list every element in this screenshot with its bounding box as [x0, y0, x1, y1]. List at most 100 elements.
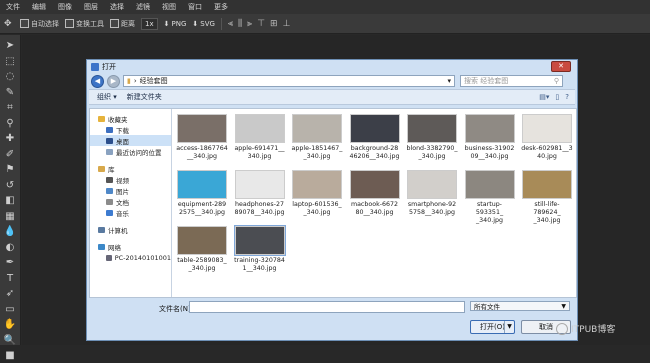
nav-item[interactable]: PC-20140101001: [90, 252, 171, 263]
nav-item[interactable]: 下载: [90, 124, 171, 135]
file-name-line: access-1867764: [176, 145, 228, 152]
move-icon[interactable]: ➤: [3, 39, 17, 53]
nav-item[interactable]: 收藏夹: [90, 113, 171, 124]
nav-item[interactable]: 音乐: [90, 207, 171, 218]
align-center-icon[interactable]: ⫼: [238, 19, 242, 29]
nav-item-icon: [98, 115, 105, 122]
align-middle-icon[interactable]: ⊞: [270, 19, 278, 29]
view-options-icon[interactable]: ▤▾: [539, 93, 549, 101]
back-button[interactable]: ◀: [91, 74, 104, 88]
address-dropdown-icon[interactable]: ▾: [447, 77, 451, 85]
dodge-icon[interactable]: ◐: [3, 241, 17, 255]
close-button[interactable]: ✕: [551, 61, 571, 72]
menu-file[interactable]: 文件: [0, 2, 26, 12]
nav-item[interactable]: 桌面: [90, 135, 171, 146]
forward-button[interactable]: ▶: [107, 74, 120, 88]
options-bar: ✥ 自动选择 变换工具 距离 1x ⬇ PNG ⬇ SVG ⫷ ⫼ ⫸ ⊤ ⊞ ⊥: [0, 14, 650, 34]
healing-icon[interactable]: ✚: [3, 132, 17, 146]
nav-item[interactable]: 库: [90, 163, 171, 174]
nav-item[interactable]: 最近访问的位置: [90, 146, 171, 157]
preview-pane-icon[interactable]: ▯: [555, 93, 559, 101]
file-item[interactable]: apple-691471__ 340.jpg: [234, 114, 286, 161]
help-icon[interactable]: ?: [565, 93, 569, 101]
nav-item[interactable]: 计算机: [90, 224, 171, 235]
menu-more[interactable]: 更多: [208, 2, 234, 12]
quick-select-icon[interactable]: ✎: [3, 86, 17, 100]
eyedropper-icon[interactable]: ⚲: [3, 117, 17, 131]
shape-icon[interactable]: ▭: [3, 303, 17, 317]
file-item[interactable]: still-life-789624_ _340.jpg: [521, 170, 573, 225]
file-name-input[interactable]: [189, 301, 465, 313]
align-top-icon[interactable]: ⊤: [257, 19, 265, 29]
file-item[interactable]: laptop-601536_ _340.jpg: [291, 170, 343, 217]
folder-icon: ▮: [127, 77, 131, 85]
file-item[interactable]: access-1867764 __340.jpg: [176, 114, 228, 161]
organize-button[interactable]: 组织 ▾: [97, 92, 117, 102]
file-thumbnail: [464, 170, 515, 199]
file-item[interactable]: headphones-27 89078__340.jpg: [234, 170, 286, 217]
menu-edit[interactable]: 编辑: [26, 2, 52, 12]
file-item[interactable]: blond-3382790_ _340.jpg: [406, 114, 458, 161]
export-svg-button[interactable]: ⬇ SVG: [192, 20, 215, 28]
file-item[interactable]: startup-593351_ _340.jpg: [464, 170, 516, 225]
file-item[interactable]: desk-602981__3 40.jpg: [521, 114, 573, 161]
transform-option[interactable]: 变换工具: [65, 19, 104, 29]
nav-item[interactable]: 图片: [90, 185, 171, 196]
nav-item[interactable]: 视频: [90, 174, 171, 185]
nav-item-label: 图片: [116, 187, 129, 196]
auto-select-checkbox[interactable]: [20, 19, 29, 28]
blur-icon[interactable]: 💧: [3, 225, 17, 239]
dialog-title-bar[interactable]: 打开 ✕: [87, 60, 577, 73]
pen-icon[interactable]: ✒: [3, 256, 17, 270]
nav-item-icon: [98, 226, 105, 233]
file-item[interactable]: training-320784 1__340.jpg: [233, 225, 286, 273]
lasso-icon[interactable]: ◌: [3, 70, 17, 84]
file-name-line: 46206__340.jpg: [349, 153, 400, 160]
menu-window[interactable]: 窗口: [182, 2, 208, 12]
search-field[interactable]: 搜索 经验套图 ⚲: [460, 75, 563, 87]
file-item[interactable]: equipment-289 2575__340.jpg: [176, 170, 228, 217]
file-name-line: _340.jpg: [418, 153, 446, 160]
menu-filter[interactable]: 滤镜: [130, 2, 156, 12]
file-item[interactable]: apple-1851467_ _340.jpg: [291, 114, 343, 161]
eraser-icon[interactable]: ◧: [3, 194, 17, 208]
color-swatch-icon[interactable]: ■: [3, 349, 17, 363]
open-button[interactable]: 打开(O) ▼: [470, 320, 515, 334]
file-item[interactable]: smartphone-92 5758__340.jpg: [406, 170, 458, 217]
stamp-icon[interactable]: ⚑: [3, 163, 17, 177]
brush-icon[interactable]: ✐: [3, 148, 17, 162]
menu-view[interactable]: 视图: [156, 2, 182, 12]
auto-select-option[interactable]: 自动选择: [20, 19, 59, 29]
nav-item[interactable]: 文档: [90, 196, 171, 207]
crop-icon[interactable]: ⌗: [3, 101, 17, 115]
hand-icon[interactable]: ✋: [3, 318, 17, 332]
new-folder-button[interactable]: 新建文件夹: [127, 92, 162, 102]
open-dropdown-icon[interactable]: ▼: [504, 321, 514, 333]
file-type-select[interactable]: 所有文件 ▼: [470, 301, 570, 311]
distance-checkbox[interactable]: [110, 19, 119, 28]
file-item[interactable]: table-2589083_ _340.jpg: [176, 226, 228, 273]
type-icon[interactable]: T: [3, 272, 17, 286]
transform-checkbox[interactable]: [65, 19, 74, 28]
file-name-line: 1__340.jpg: [242, 265, 277, 272]
nav-item[interactable]: 网络: [90, 241, 171, 252]
file-item[interactable]: background-28 46206__340.jpg: [349, 114, 401, 161]
file-item[interactable]: business-31902 09__340.jpg: [464, 114, 516, 161]
address-bar[interactable]: ▮ › 经验套图 ▾: [123, 75, 455, 87]
menu-layer[interactable]: 图层: [78, 2, 104, 12]
distance-option[interactable]: 距离: [110, 19, 135, 29]
gradient-icon[interactable]: ▦: [3, 210, 17, 224]
align-right-icon[interactable]: ⫸: [247, 19, 252, 29]
align-bottom-icon[interactable]: ⊥: [283, 19, 291, 29]
zoom-select[interactable]: 1x: [141, 17, 158, 30]
history-brush-icon[interactable]: ↺: [3, 179, 17, 193]
export-png-button[interactable]: ⬇ PNG: [164, 20, 187, 28]
nav-item-label: 收藏夹: [108, 115, 128, 124]
marquee-icon[interactable]: ⬚: [3, 55, 17, 69]
file-item[interactable]: macbook-6672 80__340.jpg: [349, 170, 401, 217]
menu-image[interactable]: 图像: [52, 2, 78, 12]
align-left-icon[interactable]: ⫷: [228, 19, 233, 29]
path-select-icon[interactable]: ➶: [3, 287, 17, 301]
file-name: table-2589083_ _340.jpg: [176, 257, 228, 273]
menu-select[interactable]: 选择: [104, 2, 130, 12]
